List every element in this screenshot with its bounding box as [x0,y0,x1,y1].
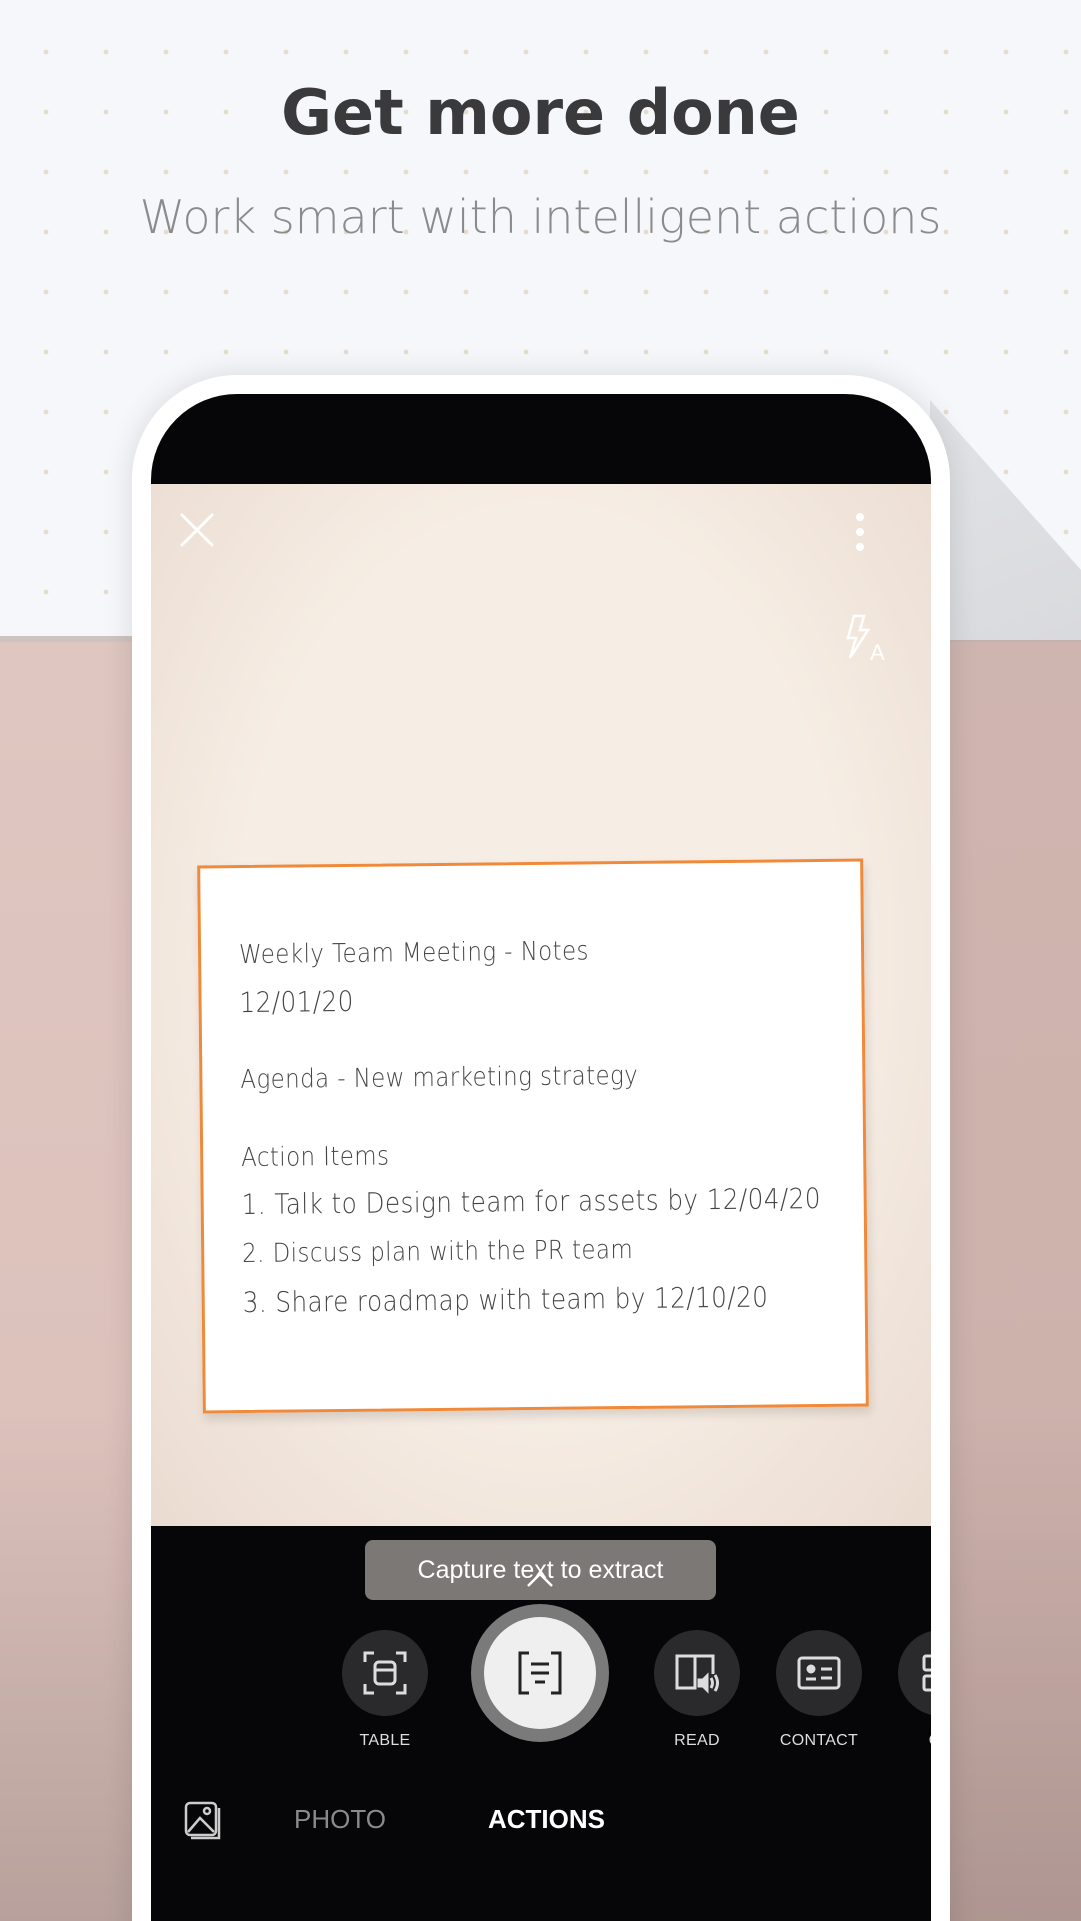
text-extract-icon [518,1651,562,1695]
page-title: Get more done [281,76,800,149]
phone-screen: A Weekly Team Meeting - Notes 12/01/20 A… [151,394,931,1921]
svg-text:A: A [870,640,885,662]
note-line: Weekly Team Meeting - Notes [238,936,590,971]
action-label: QR [881,1732,931,1750]
note-line: 12/01/20 [239,984,354,1020]
contact-card-icon [797,1656,841,1690]
mode-photo-tab[interactable]: PHOTO [294,1804,386,1835]
table-icon [363,1651,407,1695]
text-extract-action-button[interactable] [471,1604,609,1742]
phone-shadow-lower [930,640,1081,1921]
action-label: READ [674,1732,720,1749]
document-page: Weekly Team Meeting - Notes 12/01/20 Age… [197,858,869,1414]
action-label: CONTACT [779,1732,859,1749]
read-aloud-icon [675,1654,719,1694]
qr-action-button[interactable] [898,1630,931,1716]
contact-action-button[interactable] [776,1630,862,1716]
camera-viewfinder: A Weekly Team Meeting - Notes 12/01/20 A… [151,484,931,1600]
note-line: 3. Share roadmap with team by 12/10/20 [242,1280,769,1320]
gallery-icon[interactable] [183,1800,225,1847]
note-line: 1. Talk to Design team for assets by 12/… [241,1181,822,1222]
flash-auto-icon[interactable]: A [844,614,890,667]
more-options-icon[interactable] [854,512,866,557]
mode-actions-tab[interactable]: ACTIONS [488,1804,605,1835]
note-line: 2. Discuss plan with the PR team [242,1234,634,1270]
chevron-up-icon[interactable] [526,1572,554,1593]
qr-icon [922,1654,931,1692]
close-icon[interactable] [179,512,215,553]
action-label: TABLE [359,1732,411,1749]
read-action-button[interactable] [654,1630,740,1716]
note-line: Agenda - New marketing strategy [240,1060,639,1096]
page-subtitle: Work smart with intelligent actions [139,190,942,244]
note-line: Action Items [241,1141,390,1174]
table-action-button[interactable] [342,1630,428,1716]
